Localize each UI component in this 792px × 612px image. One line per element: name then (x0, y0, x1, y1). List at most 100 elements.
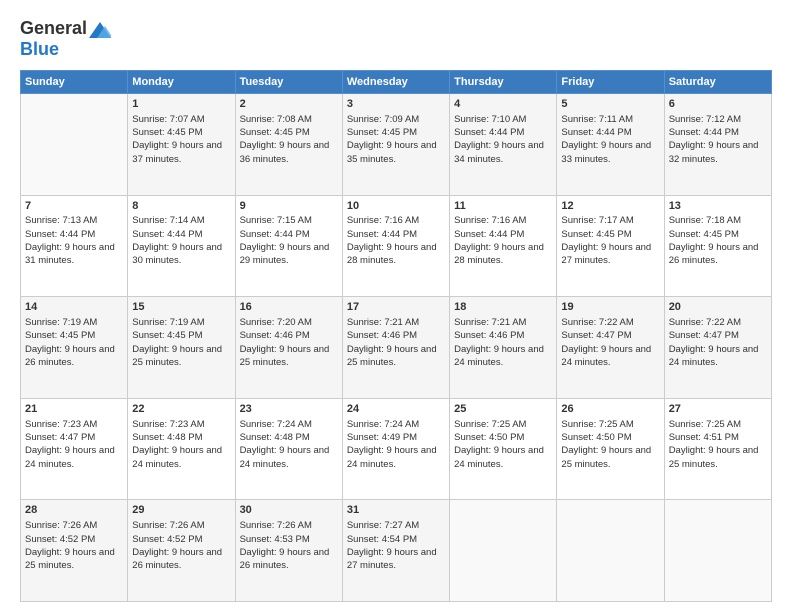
cell-details: Sunrise: 7:26 AMSunset: 4:52 PMDaylight:… (25, 519, 123, 572)
day-number: 22 (132, 402, 230, 417)
calendar-week-row: 14Sunrise: 7:19 AMSunset: 4:45 PMDayligh… (21, 297, 772, 399)
calendar-week-row: 1Sunrise: 7:07 AMSunset: 4:45 PMDaylight… (21, 94, 772, 196)
cell-details: Sunrise: 7:19 AMSunset: 4:45 PMDaylight:… (132, 316, 230, 369)
calendar-cell: 26Sunrise: 7:25 AMSunset: 4:50 PMDayligh… (557, 398, 664, 500)
day-number: 2 (240, 97, 338, 112)
day-number: 10 (347, 199, 445, 214)
calendar-day-header: Wednesday (342, 71, 449, 94)
calendar-cell: 23Sunrise: 7:24 AMSunset: 4:48 PMDayligh… (235, 398, 342, 500)
calendar-cell: 28Sunrise: 7:26 AMSunset: 4:52 PMDayligh… (21, 500, 128, 602)
calendar-cell (664, 500, 771, 602)
cell-details: Sunrise: 7:11 AMSunset: 4:44 PMDaylight:… (561, 113, 659, 166)
calendar-cell: 13Sunrise: 7:18 AMSunset: 4:45 PMDayligh… (664, 195, 771, 297)
calendar-header-row: SundayMondayTuesdayWednesdayThursdayFrid… (21, 71, 772, 94)
calendar-cell: 31Sunrise: 7:27 AMSunset: 4:54 PMDayligh… (342, 500, 449, 602)
header: GeneralBlue (20, 18, 772, 60)
logo-text: GeneralBlue (20, 18, 111, 60)
cell-details: Sunrise: 7:13 AMSunset: 4:44 PMDaylight:… (25, 214, 123, 267)
day-number: 8 (132, 199, 230, 214)
calendar-cell: 20Sunrise: 7:22 AMSunset: 4:47 PMDayligh… (664, 297, 771, 399)
day-number: 24 (347, 402, 445, 417)
day-number: 5 (561, 97, 659, 112)
day-number: 18 (454, 300, 552, 315)
page: GeneralBlue SundayMondayTuesdayWednesday… (0, 0, 792, 612)
day-number: 31 (347, 503, 445, 518)
calendar-cell: 21Sunrise: 7:23 AMSunset: 4:47 PMDayligh… (21, 398, 128, 500)
cell-details: Sunrise: 7:25 AMSunset: 4:50 PMDaylight:… (561, 418, 659, 471)
calendar-cell: 4Sunrise: 7:10 AMSunset: 4:44 PMDaylight… (450, 94, 557, 196)
calendar-day-header: Friday (557, 71, 664, 94)
day-number: 20 (669, 300, 767, 315)
cell-details: Sunrise: 7:10 AMSunset: 4:44 PMDaylight:… (454, 113, 552, 166)
cell-details: Sunrise: 7:24 AMSunset: 4:49 PMDaylight:… (347, 418, 445, 471)
calendar-table: SundayMondayTuesdayWednesdayThursdayFrid… (20, 70, 772, 602)
day-number: 13 (669, 199, 767, 214)
calendar-cell: 30Sunrise: 7:26 AMSunset: 4:53 PMDayligh… (235, 500, 342, 602)
day-number: 1 (132, 97, 230, 112)
day-number: 14 (25, 300, 123, 315)
calendar-cell: 8Sunrise: 7:14 AMSunset: 4:44 PMDaylight… (128, 195, 235, 297)
calendar-cell: 27Sunrise: 7:25 AMSunset: 4:51 PMDayligh… (664, 398, 771, 500)
day-number: 12 (561, 199, 659, 214)
day-number: 11 (454, 199, 552, 214)
day-number: 30 (240, 503, 338, 518)
calendar-day-header: Saturday (664, 71, 771, 94)
calendar-cell: 19Sunrise: 7:22 AMSunset: 4:47 PMDayligh… (557, 297, 664, 399)
cell-details: Sunrise: 7:17 AMSunset: 4:45 PMDaylight:… (561, 214, 659, 267)
calendar-cell: 25Sunrise: 7:25 AMSunset: 4:50 PMDayligh… (450, 398, 557, 500)
calendar-cell: 29Sunrise: 7:26 AMSunset: 4:52 PMDayligh… (128, 500, 235, 602)
calendar-cell (450, 500, 557, 602)
day-number: 4 (454, 97, 552, 112)
cell-details: Sunrise: 7:21 AMSunset: 4:46 PMDaylight:… (347, 316, 445, 369)
calendar-cell: 14Sunrise: 7:19 AMSunset: 4:45 PMDayligh… (21, 297, 128, 399)
day-number: 15 (132, 300, 230, 315)
calendar-day-header: Monday (128, 71, 235, 94)
cell-details: Sunrise: 7:20 AMSunset: 4:46 PMDaylight:… (240, 316, 338, 369)
day-number: 26 (561, 402, 659, 417)
calendar-day-header: Sunday (21, 71, 128, 94)
cell-details: Sunrise: 7:27 AMSunset: 4:54 PMDaylight:… (347, 519, 445, 572)
day-number: 23 (240, 402, 338, 417)
calendar-cell: 16Sunrise: 7:20 AMSunset: 4:46 PMDayligh… (235, 297, 342, 399)
cell-details: Sunrise: 7:22 AMSunset: 4:47 PMDaylight:… (561, 316, 659, 369)
cell-details: Sunrise: 7:18 AMSunset: 4:45 PMDaylight:… (669, 214, 767, 267)
calendar-cell: 3Sunrise: 7:09 AMSunset: 4:45 PMDaylight… (342, 94, 449, 196)
calendar-cell (557, 500, 664, 602)
calendar-week-row: 7Sunrise: 7:13 AMSunset: 4:44 PMDaylight… (21, 195, 772, 297)
calendar-cell: 17Sunrise: 7:21 AMSunset: 4:46 PMDayligh… (342, 297, 449, 399)
logo-icon (89, 20, 111, 38)
cell-details: Sunrise: 7:19 AMSunset: 4:45 PMDaylight:… (25, 316, 123, 369)
day-number: 7 (25, 199, 123, 214)
day-number: 16 (240, 300, 338, 315)
calendar-day-header: Tuesday (235, 71, 342, 94)
cell-details: Sunrise: 7:25 AMSunset: 4:50 PMDaylight:… (454, 418, 552, 471)
day-number: 3 (347, 97, 445, 112)
calendar-cell: 22Sunrise: 7:23 AMSunset: 4:48 PMDayligh… (128, 398, 235, 500)
calendar-cell: 5Sunrise: 7:11 AMSunset: 4:44 PMDaylight… (557, 94, 664, 196)
calendar-cell: 2Sunrise: 7:08 AMSunset: 4:45 PMDaylight… (235, 94, 342, 196)
day-number: 9 (240, 199, 338, 214)
cell-details: Sunrise: 7:12 AMSunset: 4:44 PMDaylight:… (669, 113, 767, 166)
calendar-cell: 24Sunrise: 7:24 AMSunset: 4:49 PMDayligh… (342, 398, 449, 500)
calendar-cell: 1Sunrise: 7:07 AMSunset: 4:45 PMDaylight… (128, 94, 235, 196)
logo-blue-text: Blue (20, 39, 59, 59)
cell-details: Sunrise: 7:07 AMSunset: 4:45 PMDaylight:… (132, 113, 230, 166)
calendar-day-header: Thursday (450, 71, 557, 94)
calendar-cell (21, 94, 128, 196)
cell-details: Sunrise: 7:09 AMSunset: 4:45 PMDaylight:… (347, 113, 445, 166)
cell-details: Sunrise: 7:16 AMSunset: 4:44 PMDaylight:… (454, 214, 552, 267)
calendar-cell: 18Sunrise: 7:21 AMSunset: 4:46 PMDayligh… (450, 297, 557, 399)
day-number: 29 (132, 503, 230, 518)
calendar-cell: 11Sunrise: 7:16 AMSunset: 4:44 PMDayligh… (450, 195, 557, 297)
cell-details: Sunrise: 7:21 AMSunset: 4:46 PMDaylight:… (454, 316, 552, 369)
logo: GeneralBlue (20, 18, 111, 60)
calendar-cell: 9Sunrise: 7:15 AMSunset: 4:44 PMDaylight… (235, 195, 342, 297)
day-number: 6 (669, 97, 767, 112)
calendar-cell: 10Sunrise: 7:16 AMSunset: 4:44 PMDayligh… (342, 195, 449, 297)
cell-details: Sunrise: 7:25 AMSunset: 4:51 PMDaylight:… (669, 418, 767, 471)
cell-details: Sunrise: 7:24 AMSunset: 4:48 PMDaylight:… (240, 418, 338, 471)
cell-details: Sunrise: 7:15 AMSunset: 4:44 PMDaylight:… (240, 214, 338, 267)
cell-details: Sunrise: 7:22 AMSunset: 4:47 PMDaylight:… (669, 316, 767, 369)
cell-details: Sunrise: 7:26 AMSunset: 4:52 PMDaylight:… (132, 519, 230, 572)
day-number: 17 (347, 300, 445, 315)
